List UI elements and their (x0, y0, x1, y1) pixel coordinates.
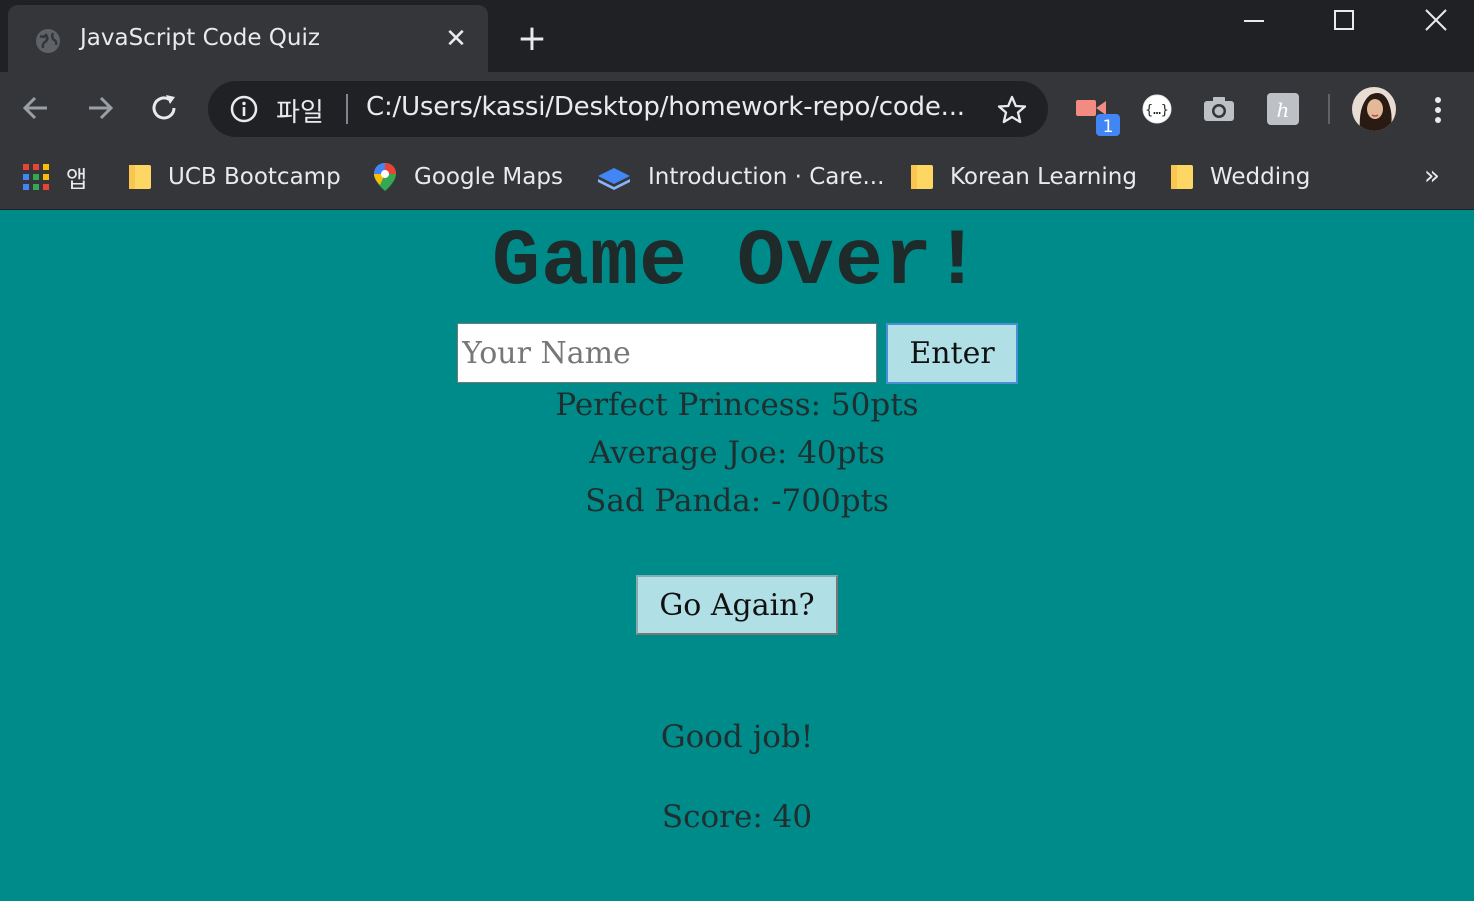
minimize-window-button[interactable] (1208, 0, 1300, 40)
forward-arrow-icon (89, 96, 114, 120)
highscore-item: Perfect Princess: 50pts (555, 387, 919, 423)
close-icon (1425, 9, 1447, 31)
file-scheme-label: 파일 (276, 98, 324, 128)
folder-icon (911, 165, 933, 189)
omnibox-divider (346, 94, 348, 124)
folder-icon (1171, 165, 1193, 189)
bookmark-apps[interactable]: 앱 (22, 157, 87, 197)
browser-menu-icon[interactable] (1424, 92, 1452, 128)
back-button[interactable] (16, 88, 56, 128)
bookmark-label: 앱 (66, 167, 88, 193)
feedback-text: Good job! (660, 719, 814, 755)
camera-extension-icon[interactable] (1202, 92, 1238, 128)
highscore-item: Average Joe: 40pts (589, 435, 885, 471)
svg-text:h: h (1277, 98, 1290, 122)
minimize-icon (1244, 20, 1264, 22)
enter-button[interactable]: Enter (886, 323, 1018, 384)
svg-text:{…}: {…} (1145, 103, 1168, 118)
bookmarks-bar: 앱 UCB Bootcamp Google Maps Introduction … (0, 147, 1474, 210)
browser-tab[interactable]: JavaScript Code Quiz ✕ (8, 5, 488, 72)
name-input[interactable] (457, 323, 877, 383)
bookmark-introduction[interactable]: Introduction · Care... (596, 157, 884, 197)
bookmark-ucb-bootcamp[interactable]: UCB Bootcamp (128, 157, 341, 197)
screen-recorder-extension-icon[interactable]: 1 (1074, 92, 1120, 137)
hellosign-extension-icon[interactable]: h (1266, 92, 1302, 128)
bookmark-label: Korean Learning (950, 164, 1137, 190)
profile-avatar[interactable] (1352, 87, 1396, 131)
address-bar[interactable]: 파일 C:/Users/kassi/Desktop/homework-repo/… (208, 81, 1048, 137)
quiz-page: Game Over! Enter Perfect Princess: 50pts… (0, 211, 1474, 901)
more-bookmarks-chevron-icon[interactable]: » (1424, 161, 1440, 191)
new-tab-icon[interactable]: + (514, 21, 550, 58)
bookmark-star-icon[interactable] (996, 94, 1028, 126)
json-viewer-extension-icon[interactable]: {…} (1140, 92, 1176, 128)
back-arrow-icon (22, 96, 47, 120)
toolbar-divider (1328, 94, 1330, 124)
maximize-icon (1334, 10, 1354, 30)
maximize-window-button[interactable] (1298, 0, 1390, 40)
info-icon[interactable] (230, 95, 258, 123)
url-text[interactable]: C:/Users/kassi/Desktop/homework-repo/cod… (366, 92, 986, 122)
folder-icon (129, 165, 151, 189)
bookmark-label: UCB Bootcamp (168, 164, 341, 190)
browser-titlebar: JavaScript Code Quiz ✕ + (0, 0, 1474, 72)
bookmark-label: Google Maps (414, 164, 563, 190)
final-score: Score: 40 (661, 799, 813, 835)
reload-icon (152, 95, 176, 120)
bookmark-label: Wedding (1210, 164, 1311, 190)
highscore-item: Sad Panda: -700pts (585, 483, 889, 519)
close-window-button[interactable] (1390, 0, 1474, 40)
close-tab-icon[interactable]: ✕ (444, 25, 468, 53)
bookmark-wedding[interactable]: Wedding (1170, 157, 1310, 197)
bookmark-label: Introduction · Care... (648, 164, 885, 190)
page-title: Game Over! (491, 217, 983, 308)
go-again-button[interactable]: Go Again? (636, 575, 838, 635)
tab-title: JavaScript Code Quiz (80, 25, 320, 51)
book-icon (598, 168, 630, 190)
maps-pin-icon (374, 163, 396, 191)
forward-button[interactable] (80, 88, 120, 128)
browser-toolbar: 파일 C:/Users/kassi/Desktop/homework-repo/… (0, 72, 1474, 147)
bookmark-korean-learning[interactable]: Korean Learning (910, 157, 1137, 197)
globe-icon (36, 29, 60, 53)
extension-badge: 1 (1103, 117, 1114, 137)
reload-button[interactable] (144, 88, 184, 128)
bookmark-google-maps[interactable]: Google Maps (372, 157, 563, 197)
apps-grid-icon (23, 164, 49, 190)
